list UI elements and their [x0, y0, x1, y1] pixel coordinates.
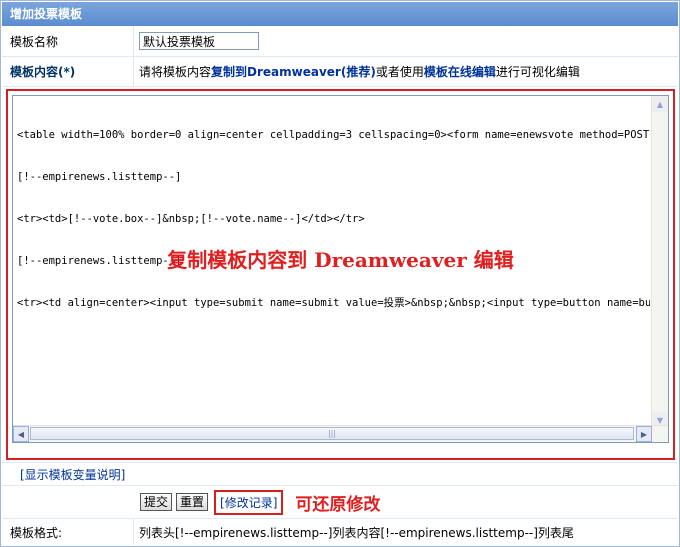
arrow-left-icon[interactable]: ◀ — [13, 426, 29, 442]
template-content-textarea[interactable]: <table width=100% border=0 align=center … — [12, 95, 669, 443]
dreamweaver-edit-note: 复制模板内容到 Dreamweaver 编辑 — [167, 248, 514, 272]
hint-mid: 或者使用 — [375, 65, 424, 79]
edit-history-link[interactable]: [修改记录] — [214, 489, 284, 515]
arrow-up-icon[interactable]: ▲ — [652, 96, 668, 112]
column-divider — [133, 519, 134, 545]
hint-prefix: 请将模板内容 — [139, 65, 212, 79]
template-format-value: 列表头[!--empirenews.listtemp--]列表内容[!--emp… — [139, 525, 574, 540]
code-line: <tr><td align=center><input type=submit … — [17, 297, 650, 309]
actions-row: 提交 重置 [修改记录] 可还原修改 — [2, 486, 678, 519]
column-divider — [133, 57, 134, 86]
content-hint: 请将模板内容 复制到Dreamweaver(推荐) 或者使用 模板在线编辑 进行… — [139, 57, 580, 86]
template-content-label: 模板内容(*) — [10, 65, 76, 79]
template-code: <table width=100% border=0 align=center … — [17, 100, 650, 338]
code-line: <table width=100% border=0 align=center … — [17, 129, 650, 141]
template-name-label: 模板名称 — [10, 34, 59, 49]
hint-online-edit-link[interactable]: 模板在线编辑 — [424, 63, 496, 80]
horizontal-scrollbar[interactable]: ◀ ||| ▶ — [13, 425, 668, 442]
vars-link-row: [显示模板变量说明] — [2, 462, 678, 486]
vote-template-form: 增加投票模板 模板名称 模板内容(*) 请将模板内容 复制到Dreamweave… — [0, 0, 680, 547]
restore-note: 可还原修改 — [295, 494, 381, 515]
code-line: [!--empirenews.listtemp--] — [17, 171, 182, 183]
arrow-right-icon[interactable]: ▶ — [636, 426, 652, 442]
template-name-input[interactable] — [139, 32, 259, 50]
template-format-row: 模板格式: 列表头[!--empirenews.listtemp--]列表内容[… — [2, 519, 678, 545]
template-editor-highlight: <table width=100% border=0 align=center … — [6, 89, 675, 460]
form-title: 增加投票模板 — [2, 2, 678, 26]
template-format-label: 模板格式: — [10, 525, 63, 540]
show-template-vars-link[interactable]: [显示模板变量说明] — [20, 466, 125, 483]
column-divider — [133, 26, 134, 56]
vertical-scrollbar[interactable]: ▲ ▼ — [651, 96, 668, 428]
reset-button[interactable]: 重置 — [176, 493, 209, 511]
template-name-row: 模板名称 — [2, 26, 678, 57]
template-content-row: 模板内容(*) 请将模板内容 复制到Dreamweaver(推荐) 或者使用 模… — [2, 57, 678, 87]
scroll-thumb[interactable]: ||| — [30, 427, 634, 440]
hint-dreamweaver: 复制到Dreamweaver(推荐) — [211, 65, 376, 79]
code-line: <tr><td>[!--vote.box--]&nbsp;[!--vote.na… — [17, 213, 365, 225]
submit-button[interactable]: 提交 — [140, 493, 173, 511]
hint-suffix: 进行可视化编辑 — [495, 65, 580, 79]
